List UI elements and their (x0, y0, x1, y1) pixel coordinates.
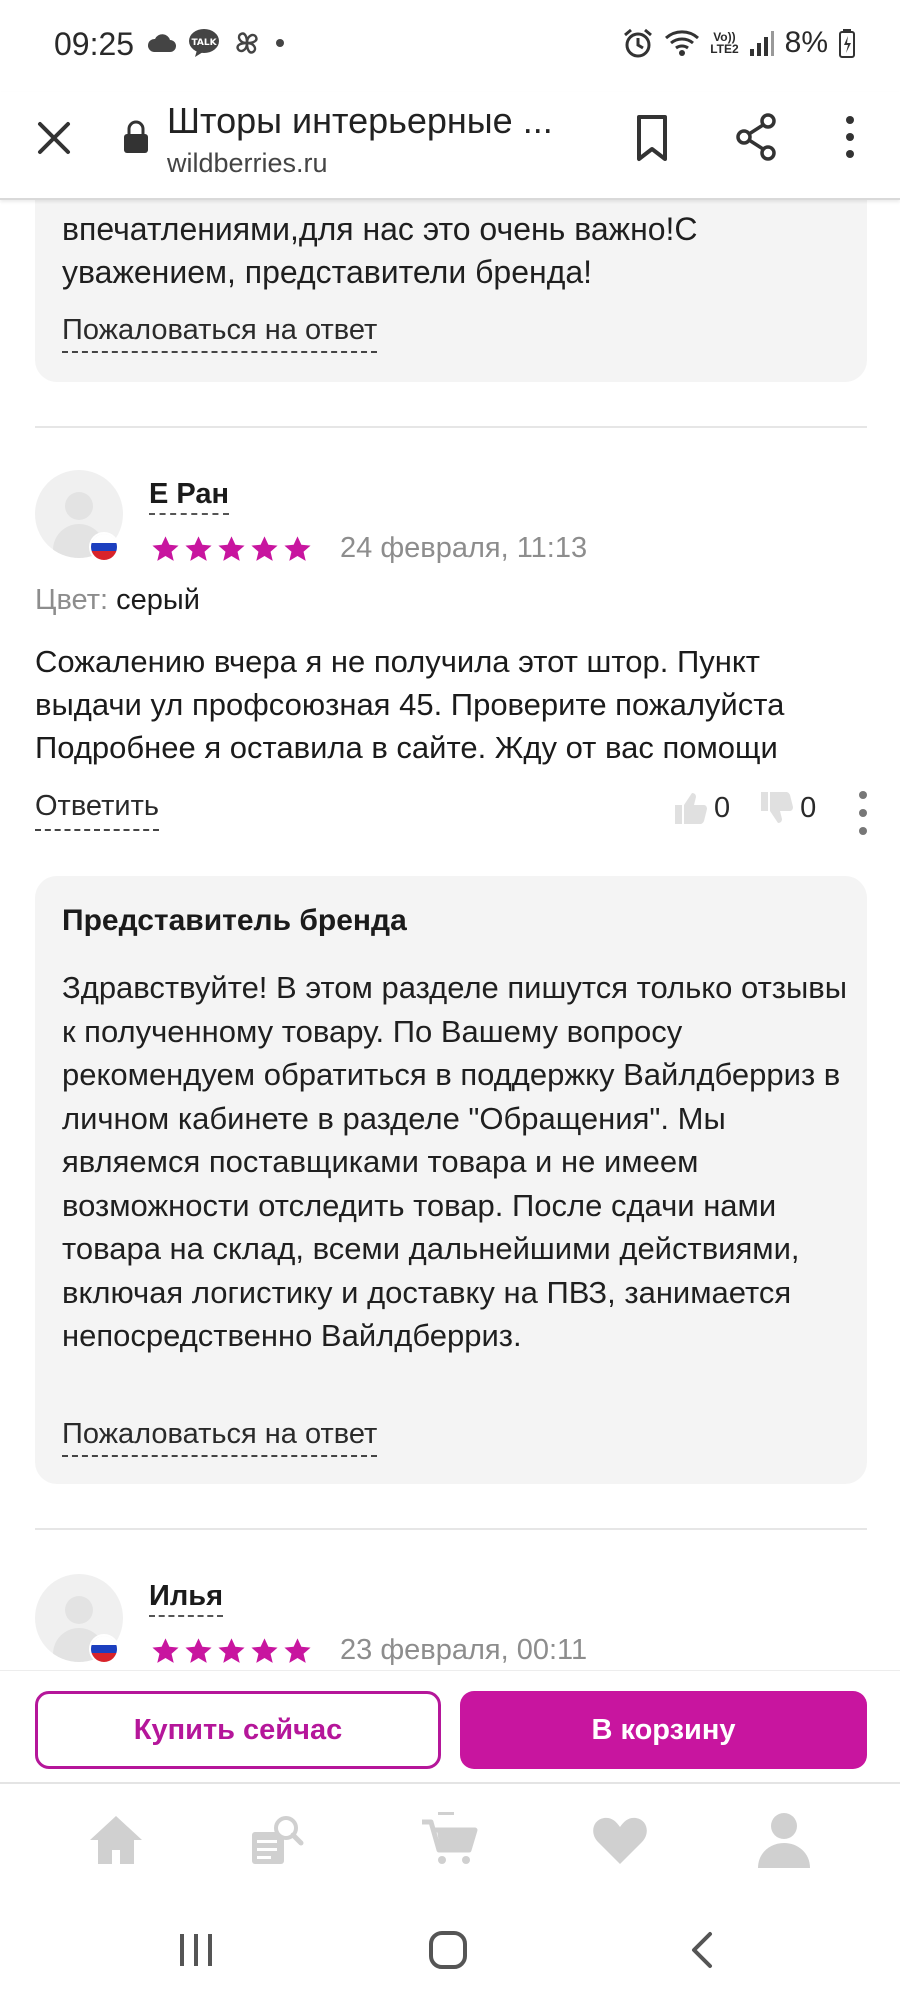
review-votes: 0 0 (672, 790, 844, 826)
star-icon (185, 1638, 212, 1663)
brand-answer: Представитель бренда Здравствуйте! В это… (35, 876, 867, 1484)
star-icon (251, 1638, 278, 1663)
rating-stars (151, 535, 312, 563)
star-icon (152, 1638, 179, 1663)
thumbs-down-icon[interactable] (758, 790, 794, 826)
review-date: 23 февраля, 00:11 (340, 1634, 588, 1666)
page-title[interactable]: Шторы интерьерные ... (167, 100, 553, 142)
reviewer-name[interactable]: Илья (149, 1580, 224, 1617)
color-label: Цвет: (35, 584, 109, 616)
star-icon (218, 536, 245, 561)
russia-flag-icon (89, 532, 119, 562)
share-icon[interactable] (734, 112, 778, 162)
browser-toolbar: Шторы интерьерные ... wildberries.ru (0, 92, 900, 200)
star-icon (152, 536, 179, 561)
back-icon[interactable] (680, 1928, 724, 1972)
lock-icon[interactable] (122, 120, 150, 154)
review-divider (35, 1528, 867, 1530)
reviewer-name[interactable]: Е Ран (149, 478, 230, 515)
review-text: Сожалению вчера я не получила этот штор.… (35, 644, 785, 765)
review-divider (35, 426, 867, 428)
answer-author: Представитель бренда (62, 904, 407, 937)
page-url[interactable]: wildberries.ru (167, 148, 328, 179)
close-icon[interactable] (34, 118, 74, 158)
dislikes-count: 0 (800, 791, 817, 824)
complain-link[interactable]: Пожаловаться на ответ (62, 1418, 378, 1457)
color-value: серый (116, 584, 200, 616)
product-color: Цвет: серый (35, 584, 200, 617)
star-icon (284, 536, 311, 561)
star-icon (218, 1638, 245, 1663)
add-to-cart-button[interactable]: В корзину (460, 1691, 867, 1769)
heart-icon[interactable] (590, 1810, 650, 1870)
star-icon (251, 536, 278, 561)
review-more-icon[interactable] (856, 790, 870, 836)
buy-now-button[interactable]: Купить сейчас (35, 1691, 441, 1769)
answer-text: впечатлениями,для нас это очень важно!С … (62, 211, 698, 290)
star-icon (284, 1638, 311, 1663)
more-vertical-icon[interactable] (840, 112, 860, 162)
russia-flag-icon (89, 1634, 119, 1664)
answer-text: Здравствуйте! В этом разделе пишутся тол… (62, 970, 848, 1353)
purchase-bar: Купить сейчас В корзину (0, 1670, 900, 1782)
thumbs-up-icon[interactable] (672, 790, 708, 826)
home-button-icon[interactable] (426, 1928, 470, 1972)
bookmark-icon[interactable] (634, 114, 670, 162)
catalog-search-icon[interactable] (246, 1810, 306, 1870)
reviews-content[interactable]: впечатлениями,для нас это очень важно!С … (0, 0, 900, 1670)
recent-apps-icon[interactable] (174, 1928, 218, 1972)
profile-icon[interactable] (754, 1810, 814, 1870)
reply-link[interactable]: Ответить (35, 790, 159, 831)
likes-count: 0 (714, 791, 731, 824)
star-icon (185, 536, 212, 561)
bottom-nav (0, 1782, 900, 1894)
cart-icon[interactable] (420, 1810, 480, 1870)
complain-link[interactable]: Пожаловаться на ответ (62, 314, 378, 353)
review-date: 24 февраля, 11:13 (340, 532, 588, 564)
system-nav-bar (0, 1894, 900, 2000)
home-icon[interactable] (86, 1810, 146, 1870)
rating-stars (151, 1637, 312, 1665)
